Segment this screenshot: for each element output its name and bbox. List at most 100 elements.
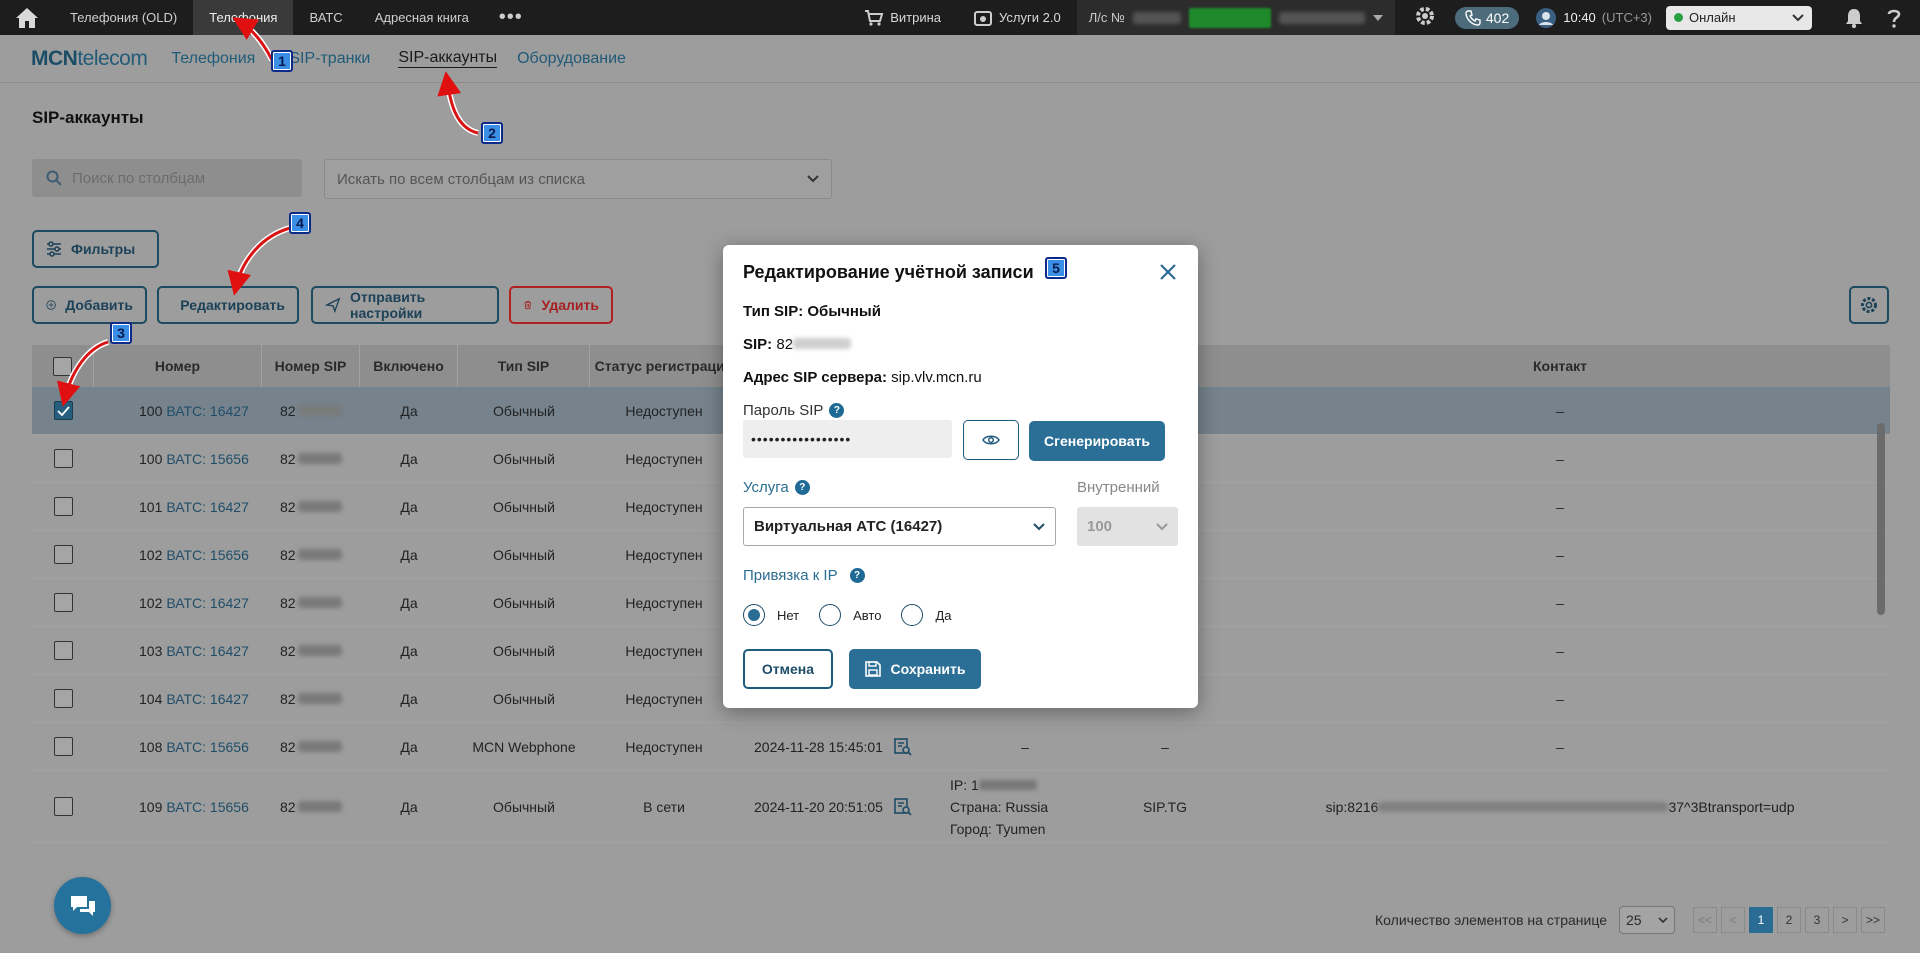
reg-status-cell: Недоступен [625, 642, 703, 659]
vats-link[interactable]: ВАТС: 15656 [166, 547, 249, 563]
reg-status-cell: Недоступен [625, 450, 703, 467]
header-number[interactable]: Номер [94, 345, 262, 387]
page-1-button[interactable]: 1 [1749, 907, 1773, 933]
log-search-icon[interactable] [893, 737, 913, 757]
row-checkbox[interactable] [53, 689, 73, 708]
page-2-button[interactable]: 2 [1777, 907, 1801, 933]
row-checkbox-checked[interactable] [53, 401, 73, 420]
page-last-button[interactable]: >> [1861, 907, 1885, 933]
header-sip-type[interactable]: Тип SIP [458, 345, 590, 387]
password-field[interactable]: ••••••••••••••••• [743, 420, 952, 458]
row-checkbox[interactable] [53, 545, 73, 564]
row-checkbox[interactable] [53, 797, 73, 816]
show-password-button[interactable] [963, 420, 1019, 460]
log-search-icon[interactable] [893, 797, 913, 817]
help-icon[interactable]: ? [829, 403, 845, 418]
row-checkbox-cell[interactable] [32, 497, 94, 516]
table-row[interactable]: 108 ВАТС: 15656 82 Да MCN Webphone Недост… [32, 723, 1890, 771]
tab-vats[interactable]: ВАТС [293, 0, 358, 35]
table-settings-button[interactable] [1849, 286, 1889, 324]
radio-yes[interactable]: Да [901, 604, 952, 626]
select-all-checkbox[interactable] [53, 356, 72, 376]
home-button[interactable] [0, 0, 54, 35]
filters-button[interactable]: Фильтры [32, 230, 159, 268]
calls-badge[interactable]: 402 [1454, 6, 1520, 29]
row-checkbox-cell[interactable] [32, 641, 94, 660]
generate-password-button[interactable]: Сгенерировать [1029, 421, 1165, 461]
header-contact[interactable]: Контакт [1230, 345, 1890, 387]
more-menu-button[interactable]: ••• [485, 6, 537, 29]
save-button[interactable]: Сохранить [849, 649, 981, 689]
page-next-button[interactable]: > [1833, 907, 1857, 933]
vats-link[interactable]: ВАТС: 15656 [166, 739, 249, 755]
vats-link[interactable]: ВАТС: 16427 [166, 595, 249, 611]
services-link[interactable]: Услуги 2.0 [957, 8, 1077, 28]
radio-auto[interactable]: Авто [819, 604, 881, 626]
page-size-select[interactable]: 25 [1619, 906, 1675, 934]
page-first-button[interactable]: << [1693, 907, 1717, 933]
send-settings-button[interactable]: Отправить настройки [311, 286, 499, 324]
vats-link[interactable]: ВАТС: 16427 [166, 643, 249, 659]
table-scrollbar[interactable] [1877, 423, 1885, 615]
nav-sip-trunks[interactable]: SIP-транки [281, 50, 378, 68]
contact-redacted [1378, 801, 1669, 812]
vats-link[interactable]: ВАТС: 15656 [166, 451, 249, 467]
tab-telephony-old[interactable]: Телефония (OLD) [54, 0, 193, 35]
vats-link[interactable]: ВАТС: 16427 [166, 403, 249, 419]
settings-button[interactable] [1395, 4, 1455, 31]
help-icon[interactable]: ? [849, 568, 865, 583]
row-checkbox-cell[interactable] [32, 545, 94, 564]
notifications-button[interactable] [1834, 7, 1874, 29]
services-icon [974, 10, 993, 26]
row-checkbox-cell[interactable] [32, 593, 94, 612]
edit-button[interactable]: Редактировать [157, 286, 299, 324]
row-checkbox[interactable] [53, 593, 73, 612]
delete-button[interactable]: Удалить [509, 286, 613, 324]
shop-link[interactable]: Витрина [848, 9, 957, 27]
vats-link[interactable]: ВАТС: 16427 [166, 499, 249, 515]
radio-auto-dot[interactable] [819, 604, 842, 626]
ext-number: 101 [139, 498, 163, 515]
search-input[interactable]: Поиск по столбцам [32, 159, 302, 197]
header-sip-number[interactable]: Номер SIP [262, 345, 360, 387]
number-cell: 109 ВАТС: 15656 [94, 799, 262, 815]
service-select[interactable]: Виртуальная АТС (16427) [743, 507, 1056, 546]
chat-button[interactable] [54, 877, 111, 934]
presence-select[interactable]: Онлайн [1666, 5, 1812, 30]
vats-link[interactable]: ВАТС: 16427 [166, 691, 249, 707]
page-3-button[interactable]: 3 [1805, 907, 1829, 933]
tab-address-book[interactable]: Адресная книга [359, 0, 485, 35]
row-checkbox-cell[interactable] [32, 401, 94, 420]
header-enabled[interactable]: Включено [360, 345, 458, 387]
row-checkbox-cell[interactable] [32, 449, 94, 468]
nav-telephony[interactable]: Телефония [163, 50, 263, 68]
columns-select[interactable]: Искать по всем столбцам из списка [324, 159, 832, 199]
row-checkbox-cell[interactable] [32, 737, 94, 756]
add-button[interactable]: Добавить [32, 286, 147, 324]
logo[interactable]: MCNtelecom [31, 47, 148, 71]
row-checkbox[interactable] [53, 737, 73, 756]
row-checkbox-cell[interactable] [32, 797, 94, 816]
nav-sip-accounts[interactable]: SIP-аккаунты [398, 49, 498, 68]
tab-telephony[interactable]: Телефония [193, 0, 294, 35]
top-bar-right: Витрина Услуги 2.0 Л/с № 402 10:40 (UTC+… [848, 0, 1920, 35]
sip-number-cell: 82 [262, 691, 360, 707]
row-checkbox[interactable] [53, 449, 73, 468]
row-checkbox[interactable] [53, 497, 73, 516]
table-row[interactable]: 109 ВАТС: 15656 82 Да Обычный В сети 2024… [32, 771, 1890, 843]
account-selector[interactable]: Л/с № [1076, 0, 1395, 35]
row-checkbox[interactable] [53, 641, 73, 660]
header-select-all[interactable] [32, 345, 94, 387]
vats-link[interactable]: ВАТС: 15656 [166, 799, 249, 815]
cancel-button[interactable]: Отмена [743, 649, 833, 689]
help-button[interactable] [1874, 7, 1914, 29]
page-prev-button[interactable]: < [1721, 907, 1745, 933]
row-checkbox-cell[interactable] [32, 689, 94, 708]
radio-no[interactable]: Нет [743, 604, 799, 626]
radio-yes-dot[interactable] [901, 604, 924, 626]
help-icon[interactable]: ? [794, 480, 810, 495]
dialog-close-button[interactable] [1155, 259, 1181, 285]
header-reg-status[interactable]: Статус регистрации [590, 345, 738, 387]
nav-equipment[interactable]: Оборудование [509, 50, 634, 68]
radio-no-dot[interactable] [743, 604, 765, 626]
